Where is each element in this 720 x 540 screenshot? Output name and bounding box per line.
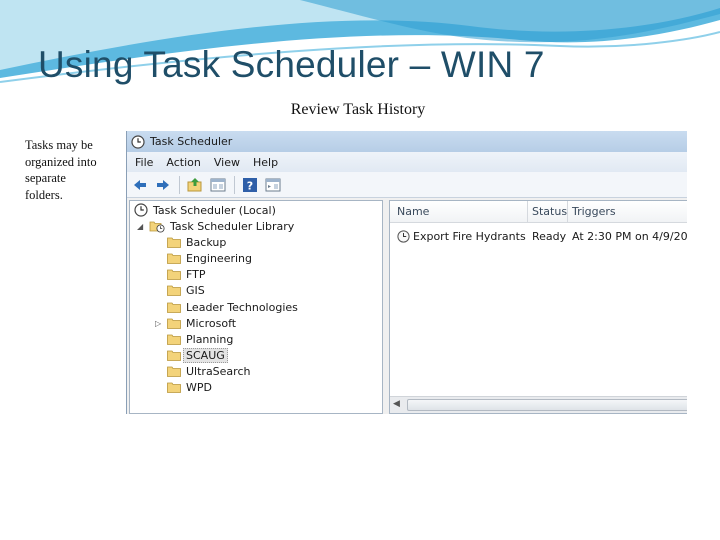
tree-folder-label: Leader Technologies [186, 300, 298, 314]
horizontal-scrollbar[interactable]: ◀ [390, 396, 687, 413]
folder-icon [167, 382, 181, 393]
folder-icon [167, 269, 181, 280]
task-list-pane: Name Status Triggers Export Fire Hydrant… [389, 200, 687, 414]
column-divider[interactable] [527, 201, 528, 223]
folder-icon [167, 237, 181, 248]
forward-arrow-icon [157, 179, 169, 190]
tree-folder-gis[interactable]: GIS [167, 282, 205, 298]
tree-folder-label: UltraSearch [186, 364, 251, 378]
toolbar-separator [234, 175, 235, 194]
tree-item-label: Task Scheduler Library [170, 219, 295, 233]
task-row-status: Ready [532, 230, 567, 243]
task-row-name[interactable]: Export Fire Hydrants [413, 230, 526, 243]
menu-help[interactable]: Help [253, 156, 278, 169]
menu-action[interactable]: Action [166, 156, 200, 169]
column-header-name[interactable]: Name [397, 205, 429, 218]
tree-folder-label: GIS [186, 283, 205, 297]
svg-text:?: ? [247, 179, 253, 192]
toolbar-separator [179, 175, 180, 194]
task-row-triggers: At 2:30 PM on 4/9/2013 [572, 230, 687, 243]
folder-icon [167, 285, 181, 296]
tree-folder-ftp[interactable]: FTP [167, 266, 206, 282]
folder-icon [167, 318, 181, 329]
folder-icon [167, 253, 181, 264]
tree-folder-engineering[interactable]: Engineering [167, 250, 252, 266]
tree-folder-label: FTP [186, 267, 206, 281]
task-clock-icon [397, 230, 410, 243]
up-folder-icon [187, 177, 202, 191]
menu-file[interactable]: File [135, 156, 153, 169]
side-note: Tasks may be organized into separate fol… [25, 138, 97, 203]
slide-subtitle: Review Task History [290, 101, 426, 118]
slide-title: Using Task Scheduler – WIN 7 [38, 44, 545, 85]
show-hide-console-tree-button[interactable] [209, 176, 227, 194]
folder-icon [167, 302, 181, 313]
column-divider[interactable] [567, 201, 568, 223]
help-icon: ? [243, 177, 257, 192]
library-folder-clock-icon [149, 221, 165, 233]
scrollbar-thumb[interactable] [407, 399, 687, 411]
tree-folder-label: Backup [186, 235, 227, 249]
tree-folder-backup[interactable]: Backup [167, 234, 226, 250]
tree-folder-label: Microsoft [186, 316, 237, 330]
menu-bar: File Action View Help [127, 152, 687, 172]
show-hide-console-tree-icon [210, 178, 226, 191]
tree-folder-label: Engineering [186, 251, 252, 265]
folder-icon [167, 350, 181, 361]
up-one-level-button[interactable] [186, 176, 204, 194]
toolbar: ? [127, 172, 687, 198]
folder-icon [167, 334, 181, 345]
tree-folder-microsoft[interactable]: Microsoft [167, 315, 236, 331]
tree-folder-label: WPD [186, 380, 212, 394]
task-scheduler-clock-icon [134, 203, 148, 217]
window-titlebar: Task Scheduler [127, 131, 687, 152]
tree-folder-wpd[interactable]: WPD [167, 379, 212, 395]
console-tree-pane: Task Scheduler (Local) ◢ Task Scheduler … [129, 200, 383, 414]
task-scheduler-clock-icon [131, 134, 145, 149]
tree-item-root[interactable]: Task Scheduler (Local) [134, 202, 276, 218]
help-button[interactable]: ? [241, 176, 259, 194]
tree-folder-planning[interactable]: Planning [167, 331, 233, 347]
collapse-triangle-icon[interactable]: ◢ [137, 222, 143, 231]
tree-item-library[interactable]: Task Scheduler Library [149, 218, 294, 234]
column-header-status[interactable]: Status [532, 205, 567, 218]
column-header-triggers[interactable]: Triggers [572, 205, 616, 218]
back-button[interactable] [131, 176, 149, 194]
menu-view[interactable]: View [214, 156, 240, 169]
window-title: Task Scheduler [150, 135, 233, 148]
show-hide-action-pane-icon [265, 178, 281, 191]
show-hide-action-pane-button[interactable] [264, 176, 282, 194]
task-scheduler-window: Task Scheduler File Action View Help ? T… [126, 131, 687, 414]
back-arrow-icon [134, 179, 146, 190]
tree-folder-scaug[interactable]: SCAUG [167, 347, 228, 363]
expand-triangle-icon[interactable]: ▷ [155, 319, 161, 328]
tree-folder-leader-technologies[interactable]: Leader Technologies [167, 299, 298, 315]
forward-button[interactable] [154, 176, 172, 194]
tree-folder-label: Planning [186, 332, 234, 346]
folder-icon [167, 366, 181, 377]
tree-folder-ultrasearch[interactable]: UltraSearch [167, 363, 250, 379]
tree-folder-label: SCAUG [183, 347, 228, 363]
tree-item-label: Task Scheduler (Local) [153, 203, 276, 217]
scroll-left-arrow-icon[interactable]: ◀ [393, 399, 400, 409]
column-header-row: Name Status Triggers [390, 201, 687, 223]
